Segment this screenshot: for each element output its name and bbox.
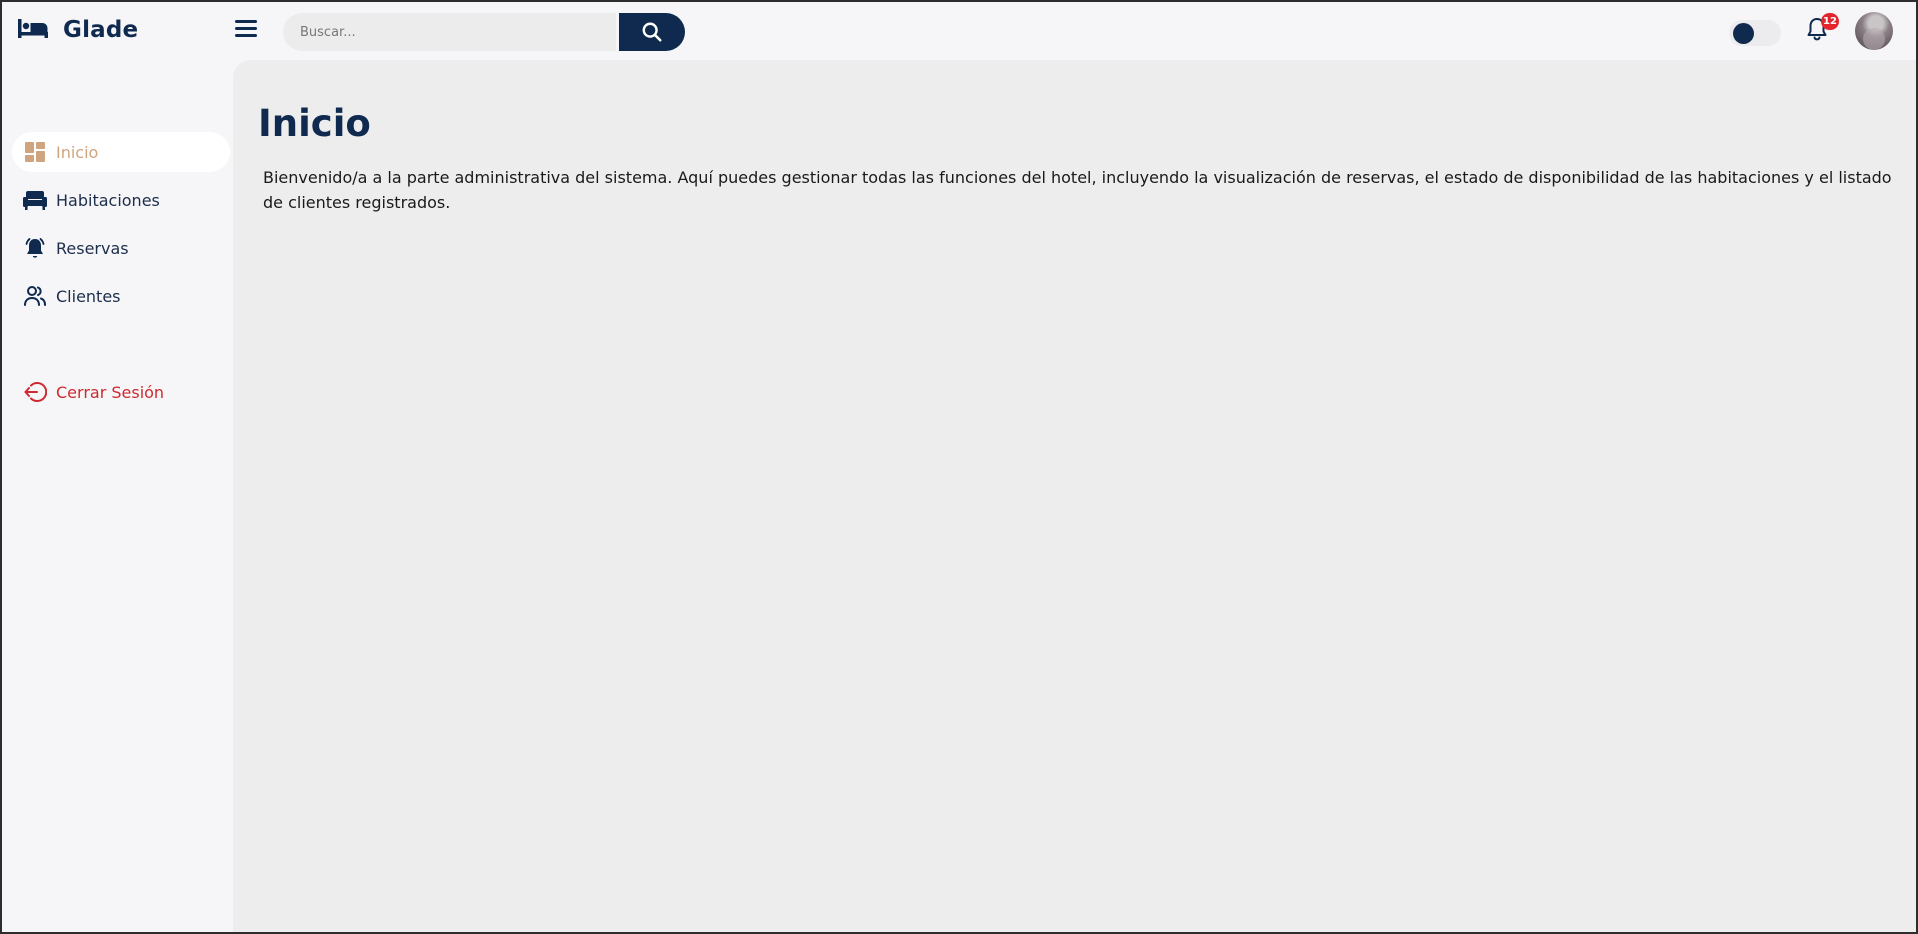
menu-toggle-button[interactable]	[235, 20, 257, 40]
sidebar-item-label: Clientes	[56, 286, 121, 306]
app-window: Glade 12	[2, 2, 1916, 932]
dashboard-icon	[23, 140, 47, 164]
brand-name: Glade	[63, 17, 139, 43]
sofa-icon	[23, 188, 47, 212]
top-bar: Glade 12	[2, 2, 1916, 60]
notification-badge: 12	[1821, 13, 1839, 30]
sidebar-item-clientes[interactable]: Clientes	[12, 276, 230, 316]
sidebar-item-label: Inicio	[56, 142, 99, 162]
sidebar-item-habitaciones[interactable]: Habitaciones	[12, 180, 230, 220]
bell-ringing-icon	[23, 236, 47, 260]
logout-icon	[23, 380, 47, 404]
page-description: Bienvenido/a a la parte administrativa d…	[263, 168, 1892, 212]
avatar[interactable]	[1855, 12, 1893, 50]
search-icon	[642, 22, 662, 42]
logout-label: Cerrar Sesión	[56, 382, 165, 402]
users-icon	[23, 284, 47, 308]
search-bar	[283, 13, 685, 51]
main-content: Inicio Bienvenido/a a la parte administr…	[233, 60, 1916, 932]
sidebar-item-reservas[interactable]: Reservas	[12, 228, 230, 268]
sidebar-item-label: Reservas	[56, 238, 129, 258]
sidebar-item-inicio[interactable]: Inicio	[12, 132, 230, 172]
search-button[interactable]	[619, 13, 685, 51]
sidebar-item-label: Habitaciones	[56, 190, 160, 210]
toggle-knob	[1733, 23, 1754, 44]
sidebar: Inicio Habitaciones Reservas Clientes Ce…	[2, 60, 232, 932]
brand[interactable]: Glade	[17, 16, 138, 44]
bed-icon	[17, 16, 49, 44]
search-input[interactable]	[283, 13, 616, 51]
hamburger-icon	[235, 20, 257, 23]
theme-toggle[interactable]	[1729, 20, 1781, 46]
logout-button[interactable]: Cerrar Sesión	[12, 372, 230, 412]
page-title: Inicio	[258, 102, 371, 145]
notifications-button[interactable]: 12	[1805, 13, 1839, 46]
